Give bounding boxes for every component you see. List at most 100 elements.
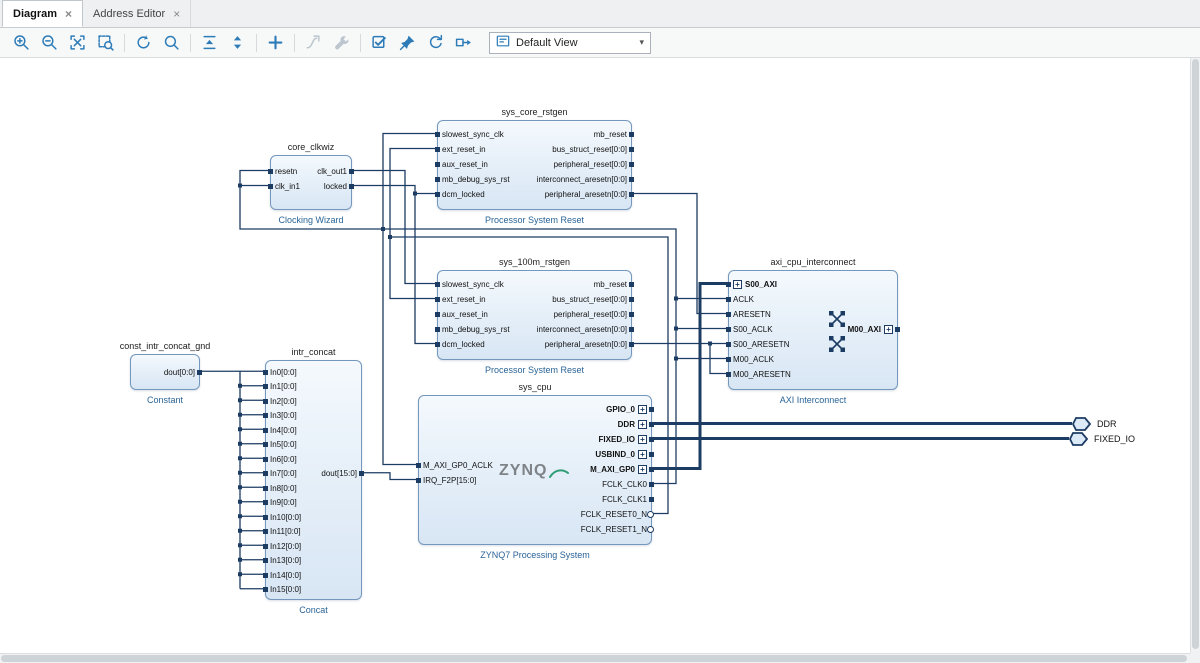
port-gpio_0[interactable]: GPIO_0+ — [606, 402, 647, 417]
collapse-all-button[interactable] — [196, 31, 223, 55]
port-in000[interactable]: In0[0:0] — [270, 365, 297, 380]
validate-design-button[interactable] — [366, 31, 393, 55]
port-pin[interactable] — [435, 312, 440, 317]
port-irq_f2p150[interactable]: IRQ_F2P[15:0] — [423, 473, 476, 488]
port-pin[interactable] — [649, 422, 654, 427]
wire[interactable] — [200, 371, 240, 589]
port-fclk_clk1[interactable]: FCLK_CLK1 — [602, 492, 647, 507]
port-pin[interactable] — [629, 282, 634, 287]
port-in700[interactable]: In7[0:0] — [270, 467, 297, 482]
port-ext_reset_in[interactable]: ext_reset_in — [442, 292, 486, 307]
expand-plus-icon[interactable]: + — [638, 465, 647, 474]
port-mb_reset[interactable]: mb_reset — [594, 127, 627, 142]
port-pin[interactable] — [649, 497, 654, 502]
expand-plus-icon[interactable]: + — [884, 325, 893, 334]
port-m_axi_gp0[interactable]: M_AXI_GP0+ — [590, 462, 647, 477]
port-pin[interactable] — [649, 467, 654, 472]
port-resetn[interactable]: resetn — [275, 164, 297, 179]
port-peripheral_reset00[interactable]: peripheral_reset[0:0] — [554, 307, 627, 322]
wire[interactable] — [632, 194, 728, 314]
block-axi_cpu_interconnect[interactable]: axi_cpu_interconnectAXI Interconnect+S00… — [728, 270, 898, 390]
port-pin[interactable] — [263, 399, 268, 404]
port-pin[interactable] — [647, 526, 654, 533]
port-aux_reset_in[interactable]: aux_reset_in — [442, 307, 488, 322]
port-pin[interactable] — [895, 327, 900, 332]
wire[interactable] — [352, 171, 437, 284]
zoom-to-selection-button[interactable] — [92, 31, 119, 55]
port-bus_struct_reset00[interactable]: bus_struct_reset[0:0] — [552, 292, 627, 307]
port-in900[interactable]: In9[0:0] — [270, 496, 297, 511]
block-core_clkwiz[interactable]: core_clkwizClocking Wizardresetnclk_in1c… — [270, 155, 352, 210]
port-mb_reset[interactable]: mb_reset — [594, 277, 627, 292]
view-selector-dropdown[interactable]: Default View ▾ — [489, 32, 651, 54]
tab-diagram[interactable]: Diagram× — [2, 0, 83, 27]
port-pin[interactable] — [726, 312, 731, 317]
port-fclk_reset0_n[interactable]: FCLK_RESET0_N — [581, 507, 647, 522]
port-pin[interactable] — [726, 282, 731, 287]
port-in1500[interactable]: In15[0:0] — [270, 583, 301, 598]
port-pin[interactable] — [268, 184, 273, 189]
port-pin[interactable] — [263, 544, 268, 549]
horizontal-scrollbar-thumb[interactable] — [1, 655, 1187, 662]
port-in1300[interactable]: In13[0:0] — [270, 554, 301, 569]
port-in600[interactable]: In6[0:0] — [270, 452, 297, 467]
port-pin[interactable] — [726, 357, 731, 362]
port-pin[interactable] — [649, 452, 654, 457]
wire[interactable] — [652, 284, 728, 469]
port-pin[interactable] — [629, 132, 634, 137]
expand-plus-icon[interactable]: + — [638, 405, 647, 414]
port-pin[interactable] — [349, 169, 354, 174]
port-pin[interactable] — [263, 471, 268, 476]
port-in200[interactable]: In2[0:0] — [270, 394, 297, 409]
port-pin[interactable] — [359, 471, 364, 476]
port-pin[interactable] — [263, 587, 268, 592]
add-ip-button[interactable] — [262, 31, 289, 55]
expand-all-button[interactable] — [224, 31, 251, 55]
port-aux_reset_in[interactable]: aux_reset_in — [442, 157, 488, 172]
port-pin[interactable] — [263, 442, 268, 447]
port-aresetn[interactable]: ARESETN — [733, 307, 771, 322]
port-pin[interactable] — [629, 192, 634, 197]
port-interconnect_aresetn00[interactable]: interconnect_aresetn[0:0] — [537, 322, 627, 337]
zoom-out-button[interactable] — [36, 31, 63, 55]
port-dout00[interactable]: dout[0:0] — [164, 365, 195, 380]
port-pin[interactable] — [726, 297, 731, 302]
port-dcm_locked[interactable]: dcm_locked — [442, 337, 485, 352]
find-button[interactable] — [158, 31, 185, 55]
port-in1000[interactable]: In10[0:0] — [270, 510, 301, 525]
block-intr_concat[interactable]: intr_concatConcatIn0[0:0]In1[0:0]In2[0:0… — [265, 360, 362, 600]
port-pin[interactable] — [263, 428, 268, 433]
tab-close-icon[interactable]: × — [173, 8, 180, 20]
diagram-canvas[interactable]: core_clkwizClocking Wizardresetnclk_in1c… — [0, 58, 1190, 653]
expand-plus-icon[interactable]: + — [638, 420, 647, 429]
port-in1400[interactable]: In14[0:0] — [270, 568, 301, 583]
zoom-in-button[interactable] — [8, 31, 35, 55]
port-pin[interactable] — [263, 515, 268, 520]
port-pin[interactable] — [647, 511, 654, 518]
port-pin[interactable] — [263, 413, 268, 418]
port-pin[interactable] — [435, 282, 440, 287]
port-pin[interactable] — [649, 407, 654, 412]
port-clk_out1[interactable]: clk_out1 — [317, 164, 347, 179]
port-pin[interactable] — [268, 169, 273, 174]
regenerate-layout-button[interactable] — [130, 31, 157, 55]
port-pin[interactable] — [435, 132, 440, 137]
port-pin[interactable] — [435, 147, 440, 152]
port-usbind_0[interactable]: USBIND_0+ — [595, 447, 647, 462]
external-port-ddr[interactable]: DDR — [1072, 417, 1117, 431]
tab-address-editor[interactable]: Address Editor× — [83, 0, 191, 27]
port-pin[interactable] — [726, 372, 731, 377]
port-m00_aresetn[interactable]: M00_ARESETN — [733, 367, 791, 382]
port-locked[interactable]: locked — [324, 179, 347, 194]
port-s00_aclk[interactable]: S00_ACLK — [733, 322, 773, 337]
port-m_axi_gp0_aclk[interactable]: M_AXI_GP0_ACLK — [423, 458, 493, 473]
port-fclk_reset1_n[interactable]: FCLK_RESET1_N — [581, 522, 647, 537]
port-pin[interactable] — [349, 184, 354, 189]
block-sys_100m_rstgen[interactable]: sys_100m_rstgenProcessor System Resetslo… — [437, 270, 632, 360]
block-const_intr_concat_gnd[interactable]: const_intr_concat_gndConstantdout[0:0] — [130, 354, 200, 390]
external-port-fixed_io[interactable]: FIXED_IO — [1069, 432, 1135, 446]
port-pin[interactable] — [629, 162, 634, 167]
block-sys_core_rstgen[interactable]: sys_core_rstgenProcessor System Resetslo… — [437, 120, 632, 210]
port-in1200[interactable]: In12[0:0] — [270, 539, 301, 554]
port-m00_axi[interactable]: M00_AXI+ — [848, 322, 893, 337]
